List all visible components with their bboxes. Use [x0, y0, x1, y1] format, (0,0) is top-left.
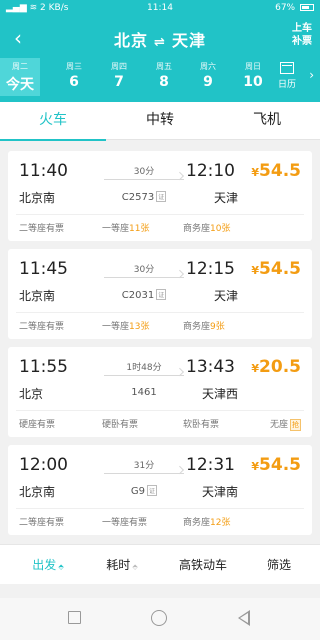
arrival-time: 13:43: [186, 357, 235, 377]
seat-availability: 硬卧有票: [102, 420, 139, 430]
price: ¥54.5: [251, 259, 301, 279]
sort-departure-button[interactable]: 出发 ⬘: [18, 545, 78, 585]
filter-highspeed-button[interactable]: 高铁动车: [168, 545, 238, 585]
seat-availability: 二等座有票: [19, 224, 65, 234]
departure-station: 北京南: [19, 191, 56, 205]
price: ¥54.5: [251, 161, 301, 181]
duration-arrow: [104, 473, 184, 474]
train-card[interactable]: 11:55 1时48分 13:43 ¥20.5 北京 1461 天津西 硬座有票…: [8, 347, 312, 437]
date-item[interactable]: 周二 今天: [0, 58, 40, 96]
date-item[interactable]: 周四 7: [99, 58, 139, 96]
seat-availability: 商务座9张: [183, 322, 225, 332]
train-card[interactable]: 11:40 30分 12:10 ¥54.5 北京南 C2573 证 天津 二等座有…: [8, 151, 312, 241]
recents-icon[interactable]: [68, 611, 81, 624]
arrival-station: 天津: [213, 289, 238, 303]
tab-transfer[interactable]: 中转: [107, 102, 213, 140]
arrival-station: 天津南: [201, 485, 238, 499]
arrival-station: 天津西: [201, 387, 238, 401]
arrival-station: 天津: [213, 191, 238, 205]
seat-availability: 硬座有票: [19, 420, 56, 430]
departure-station: 北京: [19, 387, 44, 401]
seat-availability: 一等座13张: [102, 322, 150, 332]
back-triangle-icon[interactable]: [238, 610, 250, 626]
swap-icon[interactable]: ⇌: [154, 35, 166, 50]
duration: 30分: [133, 167, 155, 177]
train-number: C2573 证: [121, 191, 167, 203]
calendar-icon: [280, 62, 294, 74]
filter-button[interactable]: 筛选: [254, 545, 304, 585]
departure-time: 11:45: [19, 259, 68, 279]
id-tag: 证: [147, 485, 158, 496]
header-bar: ▂▄▆ ≋ 2 KB/s 11:14 67% ‹ 北京 ⇌ 天津 上车 补票 周二 …: [0, 0, 320, 102]
battery-percent: 67%: [275, 3, 296, 13]
duration-arrow: [104, 277, 184, 278]
seat-availability: 商务座10张: [183, 224, 231, 234]
sort-caret-icon: ⬘: [58, 563, 64, 571]
departure-time: 12:00: [19, 455, 68, 475]
seat-availability: 无座抢: [269, 419, 301, 431]
departure-station: 北京南: [19, 289, 56, 303]
sort-duration-button[interactable]: 耗时 ⬘: [92, 545, 152, 585]
price: ¥54.5: [251, 455, 301, 475]
seat-availability: 一等座有票: [102, 518, 148, 528]
seat-availability: 二等座有票: [19, 518, 65, 528]
date-strip: 周二 今天 周三 6 周四 7 周五 8 周六 9 周日 10 日历 ›: [0, 58, 320, 96]
home-icon[interactable]: [151, 610, 167, 626]
sort-bar: 出发 ⬘ 耗时 ⬘ 高铁动车 筛选: [0, 544, 320, 584]
sort-caret-icon: ⬘: [132, 563, 138, 571]
duration: 31分: [133, 461, 155, 471]
divider: [16, 410, 304, 411]
train-card[interactable]: 12:00 31分 12:31 ¥54.5 北京南 G9 证 天津南 二等座有票 …: [8, 445, 312, 535]
divider: [16, 312, 304, 313]
grab-ticket-badge[interactable]: 抢: [290, 419, 301, 431]
train-number: G9 证: [130, 485, 158, 497]
departure-time: 11:55: [19, 357, 68, 377]
date-item[interactable]: 周日 10: [233, 58, 273, 96]
date-item[interactable]: 周五 8: [144, 58, 184, 96]
seat-availability: 一等座11张: [102, 224, 150, 234]
id-tag: 证: [156, 191, 167, 202]
chevron-right-icon[interactable]: ›: [309, 68, 314, 82]
seat-availability: 二等座有票: [19, 322, 65, 332]
arrival-time: 12:10: [186, 161, 235, 181]
duration-arrow: [104, 375, 184, 376]
system-nav-bar: [0, 598, 320, 640]
board-ticket-button[interactable]: 上车 补票: [292, 22, 312, 48]
calendar-button[interactable]: 日历: [276, 60, 298, 90]
battery-icon: [300, 4, 314, 11]
arrival-time: 12:15: [186, 259, 235, 279]
clock: 11:14: [147, 3, 173, 13]
from-station: 北京: [114, 31, 149, 50]
arrival-time: 12:31: [186, 455, 235, 475]
duration: 1时48分: [126, 363, 162, 373]
route-title: 北京 ⇌ 天津: [0, 27, 320, 51]
price: ¥20.5: [251, 357, 301, 377]
divider: [16, 214, 304, 215]
seat-availability: 商务座12张: [183, 518, 231, 528]
tab-flight[interactable]: 飞机: [214, 102, 320, 140]
tab-train[interactable]: 火车: [0, 102, 106, 141]
departure-time: 11:40: [19, 161, 68, 181]
id-tag: 证: [156, 289, 167, 300]
transport-tabs: 火车 中转 飞机: [0, 102, 320, 141]
train-number: C2031 证: [121, 289, 167, 301]
date-item[interactable]: 周六 9: [188, 58, 228, 96]
to-station: 天津: [171, 31, 206, 50]
duration: 30分: [133, 265, 155, 275]
departure-station: 北京南: [19, 485, 56, 499]
duration-arrow: [104, 179, 184, 180]
status-bar: ▂▄▆ ≋ 2 KB/s 11:14 67%: [0, 0, 320, 18]
seat-availability: 软卧有票: [183, 420, 220, 430]
train-number: 1461: [131, 387, 157, 398]
date-item[interactable]: 周三 6: [54, 58, 94, 96]
train-card[interactable]: 11:45 30分 12:15 ¥54.5 北京南 C2031 证 天津 二等座有…: [8, 249, 312, 339]
divider: [16, 508, 304, 509]
